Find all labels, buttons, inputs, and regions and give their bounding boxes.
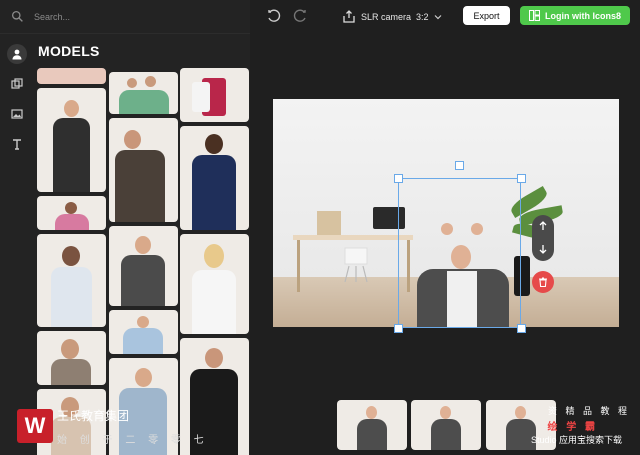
search-bar	[0, 0, 250, 34]
login-label: Login with Icons8	[545, 10, 621, 21]
chevron-down-icon	[434, 15, 441, 20]
strip-thumb[interactable]	[411, 400, 481, 450]
selection-box[interactable]	[398, 178, 521, 328]
model-thumb[interactable]	[109, 226, 178, 306]
resize-handle-bottom-right[interactable]	[517, 324, 526, 333]
watermark-line2: 始 创 于 二 零 零 七	[57, 435, 209, 446]
ratio-label: 3:2	[416, 12, 429, 22]
model-thumb[interactable]	[37, 331, 106, 385]
scene-desk	[293, 235, 413, 240]
rotate-handle[interactable]	[455, 161, 464, 170]
arrow-down-icon[interactable]	[537, 243, 549, 255]
rail-layers-button[interactable]	[7, 74, 27, 94]
model-thumb[interactable]	[109, 118, 178, 222]
arrow-up-icon[interactable]	[537, 220, 549, 232]
rail-text-button[interactable]	[7, 134, 27, 154]
model-thumb[interactable]	[37, 196, 106, 230]
share-icon	[343, 10, 355, 23]
search-input[interactable]	[34, 8, 234, 26]
search-icon	[11, 10, 23, 22]
camera-label: SLR camera	[361, 12, 412, 22]
model-thumb[interactable]	[109, 310, 178, 354]
watermark-right-line2: 绘 学 霸	[547, 422, 598, 433]
app-window: MODELS	[0, 0, 640, 455]
resize-handle-top-right[interactable]	[517, 174, 526, 183]
trash-icon	[539, 277, 547, 287]
resize-handle-bottom-left[interactable]	[394, 324, 403, 333]
top-toolbar: SLR camera 3:2 Export Login with Icons8	[250, 0, 640, 34]
models-panel: MODELS	[34, 34, 250, 455]
icons8-logo-icon	[529, 10, 540, 21]
model-thumb[interactable]	[180, 234, 249, 334]
resize-handle-top-left[interactable]	[394, 174, 403, 183]
layers-icon	[11, 78, 23, 89]
model-thumb[interactable]	[109, 72, 178, 114]
rail-models-button[interactable]	[7, 44, 27, 64]
camera-select[interactable]: SLR camera 3:2	[342, 8, 442, 26]
watermark-right: 资 精 品 教 程 绘 学 霸 Studio 应用宝搜索下载	[478, 404, 638, 450]
text-icon	[13, 139, 21, 150]
model-thumb[interactable]	[37, 88, 106, 192]
login-button[interactable]: Login with Icons8	[520, 6, 630, 25]
watermark-left: W 王氏教育集团 始 创 于 二 零 零 七	[17, 407, 204, 451]
layer-order-control	[532, 215, 554, 261]
export-button[interactable]: Export	[463, 6, 510, 25]
watermark-line1: 王氏教育集团	[57, 409, 130, 423]
scene-books	[317, 211, 341, 235]
left-rail	[0, 34, 34, 455]
redo-icon[interactable]	[292, 8, 308, 24]
model-thumb[interactable]	[37, 68, 106, 84]
scene-chair	[344, 247, 368, 283]
delete-button[interactable]	[532, 271, 554, 293]
panel-title: MODELS	[38, 43, 100, 59]
image-icon	[11, 109, 23, 119]
watermark-right-line3: Studio 应用宝搜索下载	[530, 435, 622, 445]
model-thumb[interactable]	[180, 68, 249, 122]
rail-image-button[interactable]	[7, 104, 27, 124]
person-icon	[12, 49, 22, 60]
undo-icon[interactable]	[266, 8, 282, 24]
watermark-logo: W	[17, 409, 53, 443]
strip-thumb[interactable]	[337, 400, 407, 450]
watermark-right-line1: 资 精 品 教 程	[547, 406, 630, 416]
model-thumb[interactable]	[180, 126, 249, 230]
model-thumb[interactable]	[37, 234, 106, 327]
